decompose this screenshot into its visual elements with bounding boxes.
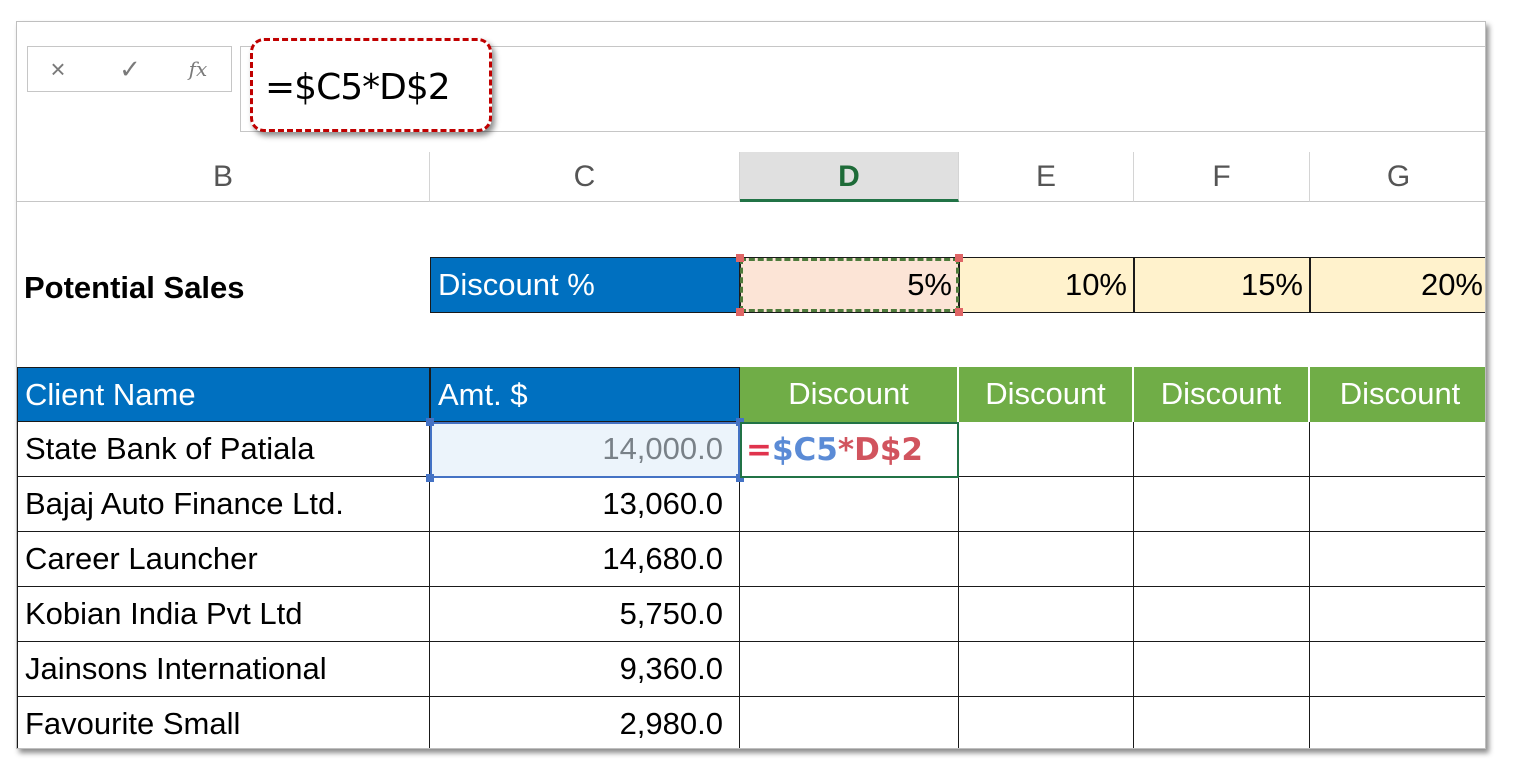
amount-cell[interactable]: 14,000.0 (430, 422, 740, 477)
column-header-c[interactable]: C (430, 152, 740, 202)
potential-sales-label[interactable]: Potential Sales (24, 261, 424, 315)
amount-header[interactable]: Amt. $ (430, 367, 740, 422)
client-name-header[interactable]: Client Name (17, 367, 430, 422)
discount-cell[interactable] (1310, 532, 1485, 587)
discount-cell[interactable] (959, 422, 1134, 477)
column-header-b[interactable]: B (17, 152, 430, 202)
client-name-cell[interactable]: Jainsons International (17, 642, 430, 697)
discount-cell[interactable] (740, 697, 959, 748)
discount-5-cell[interactable]: 5% (740, 257, 959, 313)
column-header-g[interactable]: G (1310, 152, 1485, 202)
discount-percent-label[interactable]: Discount % (430, 257, 740, 313)
discount-header-d[interactable]: Discount (740, 367, 959, 422)
discount-cell[interactable] (1310, 697, 1485, 748)
amount-cell[interactable]: 2,980.0 (430, 697, 740, 748)
discount-cell[interactable] (740, 477, 959, 532)
amount-cell[interactable]: 13,060.0 (430, 477, 740, 532)
formula-text: =$C5*D$2 (265, 67, 451, 108)
discount-cell[interactable] (959, 642, 1134, 697)
discount-cell[interactable] (1134, 477, 1310, 532)
ref-handle (955, 308, 963, 316)
formula-bar-buttons: × ✓ fx (27, 46, 232, 92)
discount-cell[interactable] (959, 532, 1134, 587)
cell-formula: =$C5*D$2 (746, 432, 923, 468)
client-name-cell[interactable]: Kobian India Pvt Ltd (17, 587, 430, 642)
editing-cell-d5[interactable]: =$C5*D$2 (740, 422, 959, 478)
discount-header-f[interactable]: Discount (1134, 367, 1310, 422)
column-header-d[interactable]: D (740, 152, 959, 202)
formula-callout: =$C5*D$2 (250, 38, 492, 132)
client-name-cell[interactable]: State Bank of Patiala (17, 422, 430, 477)
ref-handle (426, 474, 434, 482)
client-name-cell[interactable]: Career Launcher (17, 532, 430, 587)
discount-cell[interactable] (1134, 587, 1310, 642)
discount-cell[interactable] (1310, 587, 1485, 642)
excel-window: × ✓ fx =$C5*D$2 B C D E F G Potential Sa… (16, 21, 1486, 749)
discount-cell[interactable] (1310, 477, 1485, 532)
discount-cell[interactable] (959, 697, 1134, 748)
insert-function-icon[interactable]: fx (178, 53, 218, 85)
discount-cell[interactable] (1134, 422, 1310, 477)
discount-cell[interactable] (1134, 697, 1310, 748)
discount-header-e[interactable]: Discount (959, 367, 1134, 422)
amount-cell[interactable]: 9,360.0 (430, 642, 740, 697)
amount-cell[interactable]: 5,750.0 (430, 587, 740, 642)
discount-cell[interactable] (740, 642, 959, 697)
discount-cell[interactable] (959, 477, 1134, 532)
ref-handle (955, 254, 963, 262)
ref-handle (426, 418, 434, 426)
column-header-f[interactable]: F (1134, 152, 1310, 202)
client-name-cell[interactable]: Bajaj Auto Finance Ltd. (17, 477, 430, 532)
discount-15-cell[interactable]: 15% (1134, 257, 1310, 313)
discount-cell[interactable] (959, 587, 1134, 642)
discount-cell[interactable] (1134, 642, 1310, 697)
client-name-cell[interactable]: Favourite Small (17, 697, 430, 748)
discount-cell[interactable] (1310, 642, 1485, 697)
enter-icon[interactable]: ✓ (110, 53, 150, 85)
discount-20-cell[interactable]: 20% (1310, 257, 1485, 313)
ref-handle (736, 308, 744, 316)
discount-cell[interactable] (740, 532, 959, 587)
discount-cell[interactable] (740, 587, 959, 642)
amount-cell[interactable]: 14,680.0 (430, 532, 740, 587)
discount-cell[interactable] (1310, 422, 1485, 477)
ref-handle (736, 254, 744, 262)
discount-10-cell[interactable]: 10% (959, 257, 1134, 313)
cancel-icon[interactable]: × (38, 53, 78, 85)
discount-header-g[interactable]: Discount (1310, 367, 1485, 422)
discount-cell[interactable] (1134, 532, 1310, 587)
column-header-e[interactable]: E (959, 152, 1134, 202)
